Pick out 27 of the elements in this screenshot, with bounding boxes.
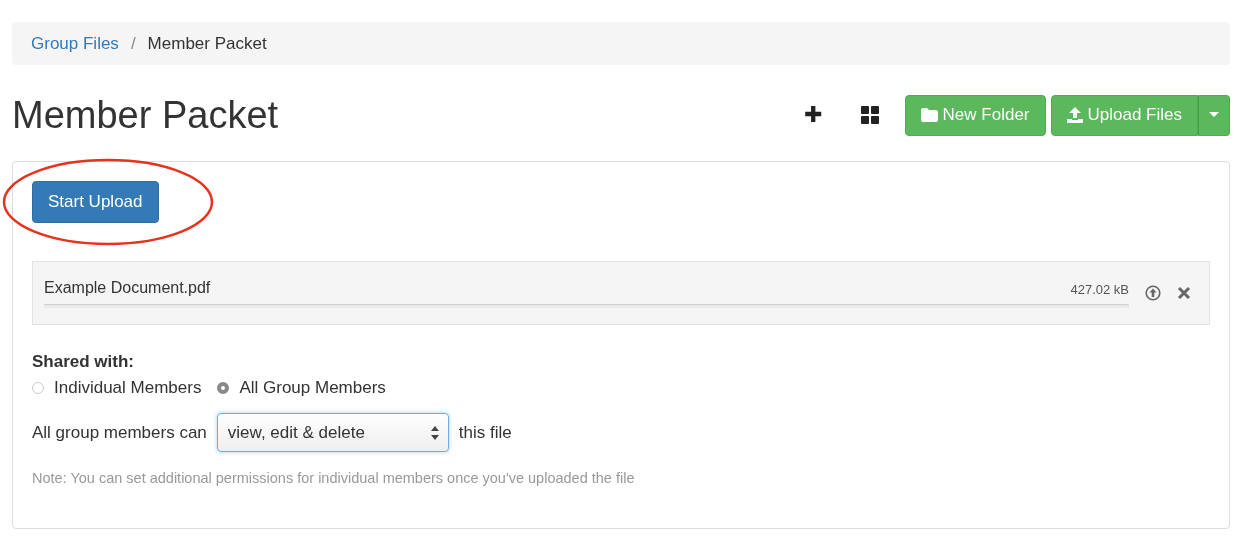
breadcrumb-current: Member Packet [147, 33, 267, 54]
close-icon[interactable] [1177, 286, 1191, 300]
permission-suffix: this file [458, 422, 512, 443]
page-title: Member Packet [12, 93, 279, 137]
upload-icon [1066, 107, 1083, 123]
grid-icon [860, 106, 879, 124]
radio-label: Individual Members [54, 378, 202, 398]
radio-button[interactable] [32, 382, 44, 394]
permission-select[interactable]: view, edit & delete [216, 413, 449, 452]
file-size: 427.02 kB [1070, 281, 1129, 297]
permission-label: All group members can [32, 422, 207, 443]
new-folder-button[interactable]: New Folder [904, 94, 1046, 136]
dropdown-button[interactable] [1198, 94, 1230, 136]
start-upload-button[interactable]: Start Upload [32, 181, 159, 223]
add-button[interactable]: ✚ [790, 95, 835, 135]
folder-icon [920, 108, 938, 122]
breadcrumb-separator: / [130, 33, 136, 54]
file-name: Example Document.pdf [44, 278, 211, 297]
updown-arrows-icon [430, 425, 439, 440]
upload-files-button[interactable]: Upload Files [1050, 94, 1198, 136]
upload-circle-icon[interactable] [1145, 285, 1161, 301]
caret-icon [1209, 112, 1219, 118]
radio-label: All Group Members [239, 378, 386, 398]
shared-with-label: Shared with: [32, 352, 135, 372]
note-text: Note: You can set additional permissions for individual members once you've uploaded the file [32, 470, 636, 486]
radio-button[interactable] [217, 382, 230, 394]
breadcrumb-link[interactable]: Group Files [31, 33, 119, 54]
